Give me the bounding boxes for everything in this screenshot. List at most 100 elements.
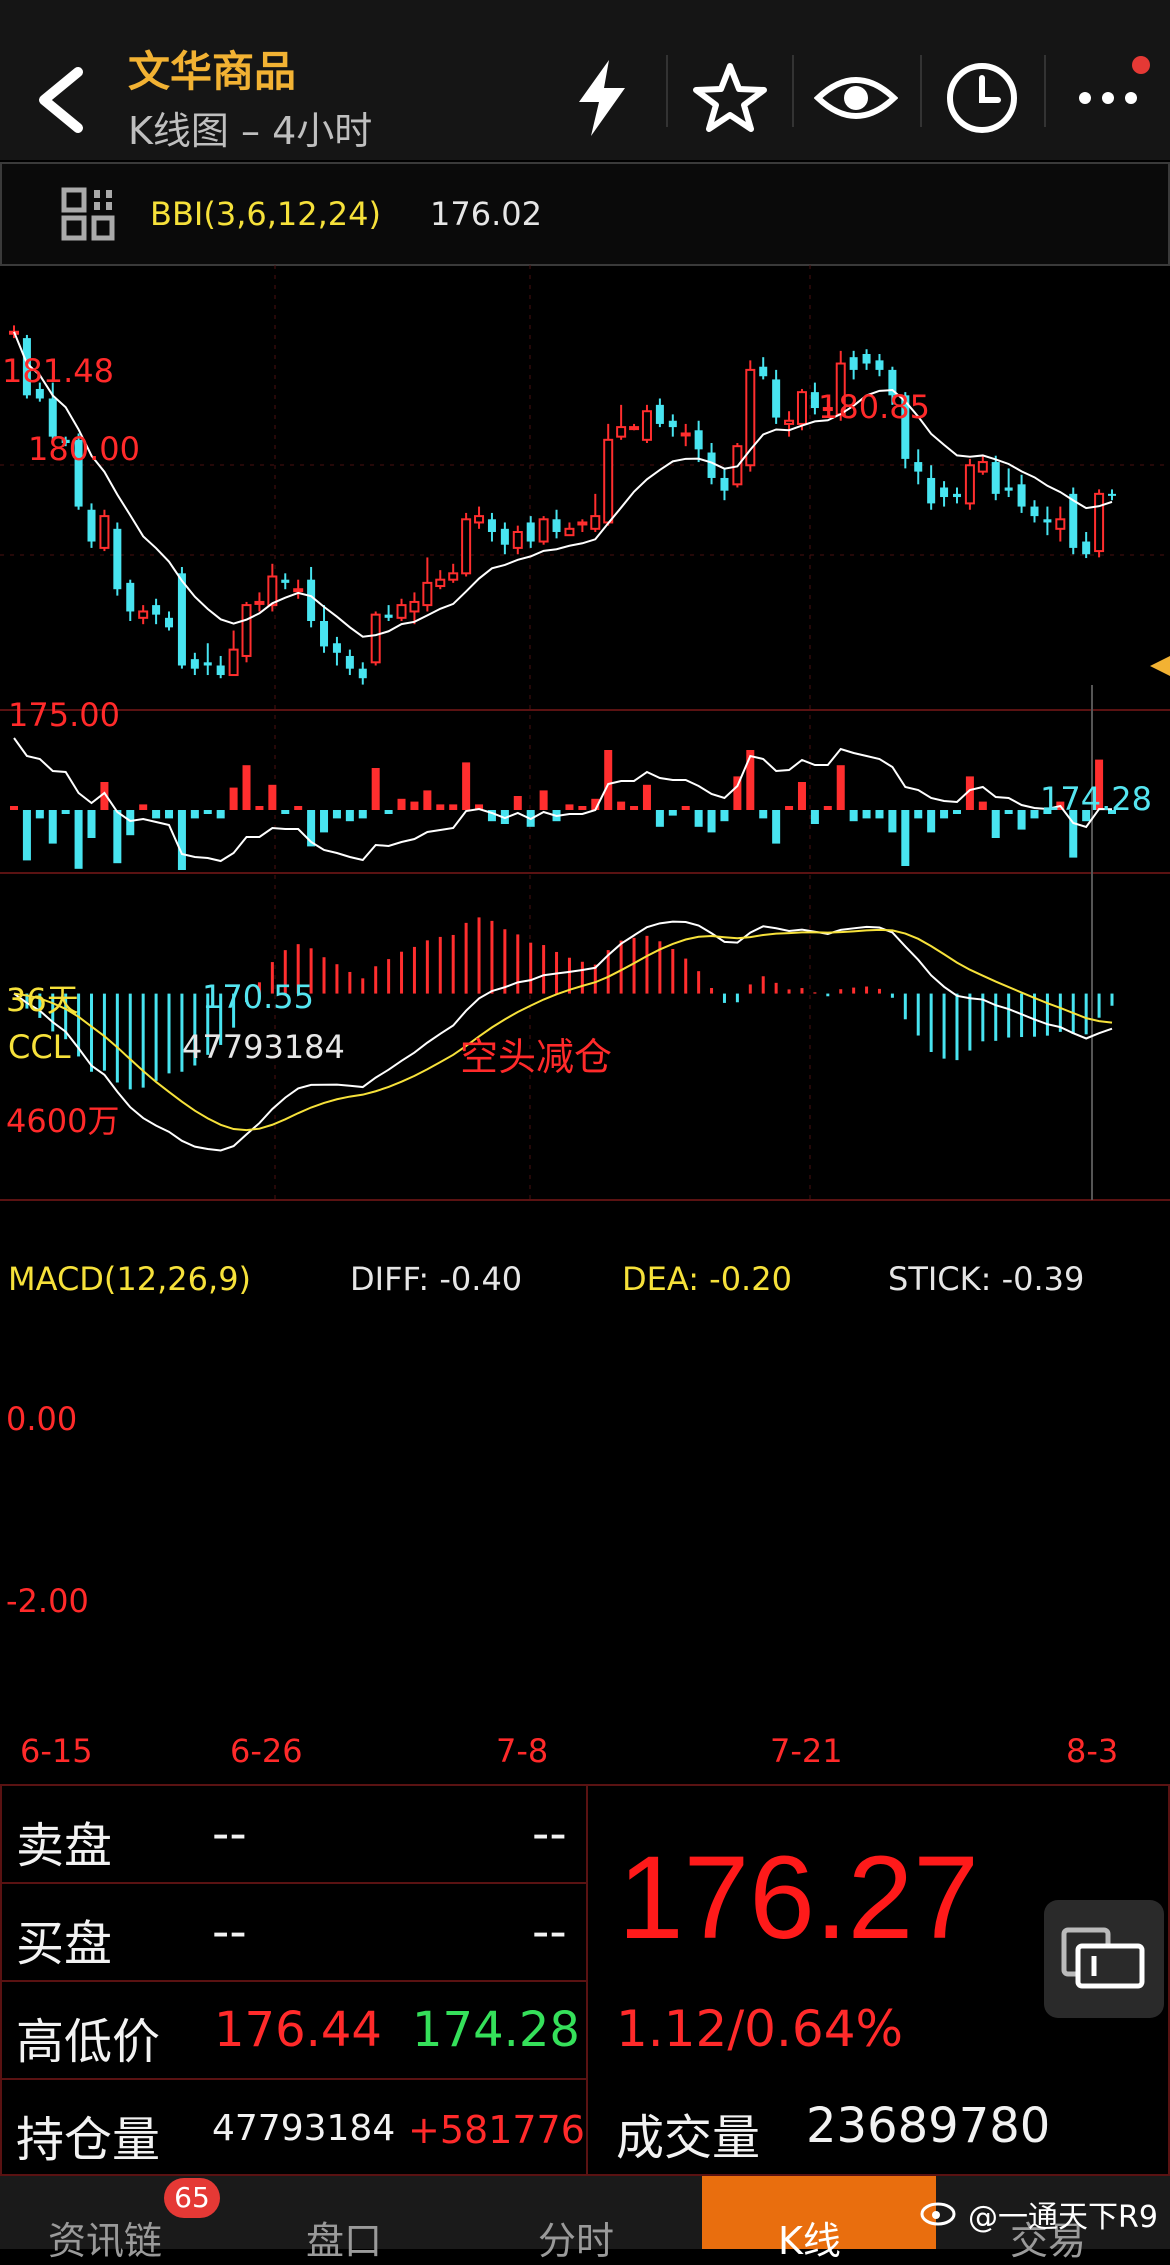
favorite-button[interactable]	[680, 48, 780, 148]
ccl-bar	[48, 810, 57, 844]
kline-chart[interactable]	[0, 265, 1170, 1725]
candle-body	[358, 668, 367, 679]
buy-label: 买盘	[16, 1916, 113, 1972]
candle-body	[680, 432, 691, 437]
ccl-bar	[746, 750, 755, 810]
candle-body	[435, 578, 446, 588]
ccl-bar	[9, 806, 19, 810]
candle-body	[113, 528, 122, 590]
back-icon	[39, 67, 83, 133]
ccl-bar	[707, 810, 716, 833]
candle-body	[228, 648, 239, 677]
ccl-bar	[888, 810, 897, 833]
high-price: 176.44	[214, 2002, 382, 2058]
candle-body	[396, 604, 407, 619]
ccl-bar	[74, 810, 83, 869]
ccl-bar	[268, 784, 277, 810]
ccl-bar	[113, 810, 122, 864]
header-separator	[920, 55, 922, 127]
macd-zero-label: 0.00	[6, 1400, 78, 1438]
buy-volume: --	[532, 1904, 567, 1960]
low-marker-label-2: 174.28	[1040, 780, 1152, 818]
ccl-bar	[565, 804, 574, 810]
candle-body	[1017, 484, 1026, 507]
watch-button[interactable]	[806, 48, 906, 148]
current-price-marker-icon	[1150, 656, 1170, 676]
window-toggle-button[interactable]	[1044, 1900, 1164, 2018]
ccl-bar	[126, 810, 135, 836]
candle-body	[345, 655, 354, 669]
macd-dea: DEA: -0.20	[622, 1260, 792, 1298]
candle-body	[977, 461, 988, 473]
high-low-label: 高低价	[16, 2014, 161, 2070]
ccl-bar	[785, 806, 794, 810]
ccl-bar	[978, 801, 987, 810]
back-button[interactable]	[20, 50, 110, 140]
candle-body	[720, 477, 729, 491]
ccl-bar	[462, 762, 471, 810]
ccl-bar	[759, 810, 768, 819]
macd-stick: STICK: -0.39	[888, 1260, 1085, 1298]
tab-orderbook[interactable]: 盘口	[306, 2210, 382, 2265]
ccl-bar	[630, 806, 639, 810]
ccl-bar	[604, 750, 613, 810]
tab-timeshare[interactable]: 分时	[538, 2210, 614, 2265]
grid-icon	[61, 187, 115, 241]
price-label-high: 181.48	[2, 352, 114, 390]
candle-body	[552, 519, 561, 532]
candle-body	[1082, 541, 1091, 555]
ccl-bar	[823, 806, 832, 810]
history-button[interactable]	[932, 48, 1032, 148]
ccl-bar	[849, 810, 858, 822]
candle-body	[409, 600, 420, 613]
flash-icon	[579, 60, 625, 136]
ccl-bar	[139, 804, 148, 810]
sell-volume: --	[532, 1806, 567, 1862]
divider	[0, 2078, 588, 2080]
ccl-bar	[294, 806, 303, 810]
ccl-bar	[797, 782, 806, 810]
ccl-annotation: 空头减仓	[460, 1035, 613, 1079]
tab-news[interactable]: 资讯链	[48, 2210, 162, 2265]
news-badge: 65	[164, 2178, 220, 2218]
candle-body	[577, 521, 588, 526]
header-separator	[792, 55, 794, 127]
star-icon	[693, 63, 767, 132]
period-label: 36天	[6, 981, 79, 1019]
candle-body	[307, 579, 316, 621]
candle-body	[940, 487, 949, 498]
candle-body	[1030, 506, 1039, 517]
ccl-bar	[927, 810, 936, 833]
candle-body	[862, 354, 871, 364]
divider	[0, 1882, 588, 1884]
candle-body	[1107, 493, 1117, 496]
macd-neg-label: -2.00	[6, 1582, 89, 1620]
divider	[0, 1980, 588, 1982]
eye-icon	[814, 77, 898, 119]
flash-button[interactable]	[552, 48, 652, 148]
buy-price: --	[212, 1904, 247, 1960]
grid-button[interactable]	[60, 186, 120, 242]
ccl-bar	[320, 810, 329, 833]
ccl-bar	[617, 801, 626, 810]
volume-label: 成交量	[616, 2110, 761, 2166]
low-marker-label-1: 170.55	[202, 978, 314, 1016]
candle-body	[629, 426, 640, 431]
candle-body	[190, 659, 199, 669]
price-label-175: 175.00	[8, 696, 120, 734]
date-label: 7-21	[770, 1732, 843, 1770]
candle-body	[474, 515, 485, 524]
tab-kline[interactable]: K线	[778, 2210, 841, 2265]
ccl-bar	[694, 810, 703, 827]
candle-body	[293, 588, 304, 593]
candle-body	[772, 379, 781, 418]
indicator-name: BBI(3,6,12,24)	[150, 195, 381, 233]
candle-body	[384, 614, 393, 618]
high-marker-label: 180.85	[818, 388, 930, 426]
sell-price: --	[212, 1806, 247, 1862]
ccl-bar	[513, 796, 522, 810]
candle-body	[267, 575, 278, 607]
candle-body	[281, 579, 290, 583]
ccl-bar	[423, 790, 432, 810]
candle-body	[538, 518, 549, 543]
